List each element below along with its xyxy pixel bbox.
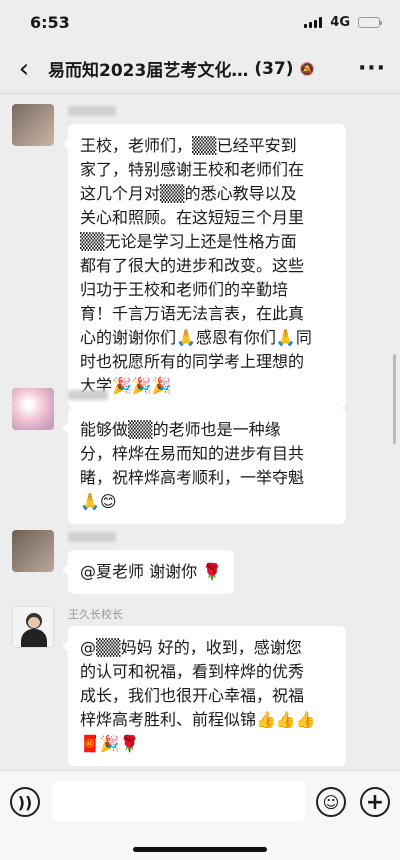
battery-icon — [358, 16, 382, 28]
blurred-name — [68, 390, 108, 400]
avatar[interactable] — [12, 388, 54, 430]
person-face — [28, 617, 40, 628]
message-line: 睹，祝梓烨高考顺利，一举夺魁 — [80, 468, 305, 487]
status-indicators: 4G — [304, 14, 382, 30]
message-item: @夏老师 谢谢你 🌹 — [12, 530, 388, 600]
network-label: 4G — [330, 14, 350, 30]
message-input[interactable] — [52, 781, 306, 821]
message-item: 王久长校长 @▒▒妈妈 好的，收到，感谢您 的认可和祝福，看到梓烨的优秀 成长，… — [12, 606, 388, 766]
blurred-name — [68, 106, 116, 116]
message-line: 🧧🎉🌹 — [80, 734, 140, 753]
person-body — [21, 629, 47, 647]
message-item: 能够做▒▒的老师也是一种缘 分，梓烨在易而知的进步有目共 睹，祝梓烨高考顺利，一… — [12, 388, 388, 524]
status-bar: 6:53 4G — [0, 0, 400, 44]
group-name: 易而知2023届艺考文化… — [48, 61, 249, 81]
message-line: 的认可和祝福，看到梓烨的优秀 — [80, 662, 305, 681]
input-bar: )) ☺ + — [0, 770, 400, 860]
avatar[interactable] — [12, 530, 54, 572]
message-line: 能够做▒▒的老师也是一种缘 — [80, 420, 281, 439]
message-bubble[interactable]: 能够做▒▒的老师也是一种缘 分，梓烨在易而知的进步有目共 睹，祝梓烨高考顺利，一… — [62, 408, 346, 524]
bell-off-icon: 🔕 — [299, 61, 315, 76]
sender-name: 王久长校长 — [68, 608, 123, 621]
more-button[interactable]: ··· — [344, 44, 400, 94]
chat-header: ‹ 易而知2023届艺考文化… (37) 🔕 ··· — [0, 44, 400, 94]
scrollbar[interactable] — [393, 354, 396, 444]
message-line: 关心和照顾。在这短短三个月里 — [80, 208, 305, 227]
message-bubble[interactable]: 王校，老师们，▒▒已经平安到 家了，特别感谢王校和老师们在 这几个月对▒▒的悉心… — [62, 124, 346, 408]
message-line: 成长，我们也很开心幸福，祝福 — [80, 686, 305, 705]
message-line: 王校，老师们，▒▒已经平安到 — [80, 136, 297, 155]
signal-icon — [304, 16, 323, 28]
chat-title: 易而知2023届艺考文化… (37) 🔕 — [48, 56, 344, 82]
message-line: ▒▒无论是学习上还是性格方面 — [80, 232, 297, 251]
message-line: @▒▒妈妈 好的，收到，感谢您 — [80, 638, 302, 657]
message-line: 🙏😊 — [80, 492, 117, 511]
message-line: 心的谢谢你们🙏感恩有你们🙏同 — [80, 328, 312, 347]
sender-name — [68, 388, 108, 401]
avatar[interactable] — [12, 104, 54, 146]
sender-name — [68, 104, 116, 117]
message-line: 时也祝愿所有的同学考上理想的 — [80, 352, 305, 371]
message-item: 王校，老师们，▒▒已经平安到 家了，特别感谢王校和老师们在 这几个月对▒▒的悉心… — [12, 104, 388, 408]
plus-icon[interactable]: + — [360, 787, 390, 817]
message-line: 都有了很大的进步和改变。这些 — [80, 256, 305, 275]
home-indicator — [133, 847, 267, 852]
back-button[interactable]: ‹ — [0, 44, 48, 94]
message-line: 这几个月对▒▒的悉心教导以及 — [80, 184, 297, 203]
message-line: 梓烨高考胜利、前程似锦👍👍👍 — [80, 710, 316, 729]
member-count: (37) — [254, 58, 294, 79]
message-line: 家了，特别感谢王校和老师们在 — [80, 160, 305, 179]
message-line: @夏老师 谢谢你 🌹 — [80, 562, 223, 581]
avatar[interactable] — [12, 606, 54, 648]
message-line: 育！千言万语无法言表，在此真 — [80, 304, 305, 323]
blurred-name — [68, 532, 116, 542]
status-time: 6:53 — [30, 12, 70, 32]
sender-name — [68, 530, 116, 543]
message-line: 分，梓烨在易而知的进步有目共 — [80, 444, 305, 463]
message-bubble[interactable]: @夏老师 谢谢你 🌹 — [61, 550, 235, 594]
voice-icon[interactable]: )) — [10, 787, 40, 817]
message-list[interactable]: 王校，老师们，▒▒已经平安到 家了，特别感谢王校和老师们在 这几个月对▒▒的悉心… — [0, 94, 400, 770]
message-bubble[interactable]: @▒▒妈妈 好的，收到，感谢您 的认可和祝福，看到梓烨的优秀 成长，我们也很开心… — [62, 626, 346, 766]
message-line: 归功于王校和老师们的辛勤培 — [80, 280, 289, 299]
emoji-icon[interactable]: ☺ — [316, 787, 346, 817]
